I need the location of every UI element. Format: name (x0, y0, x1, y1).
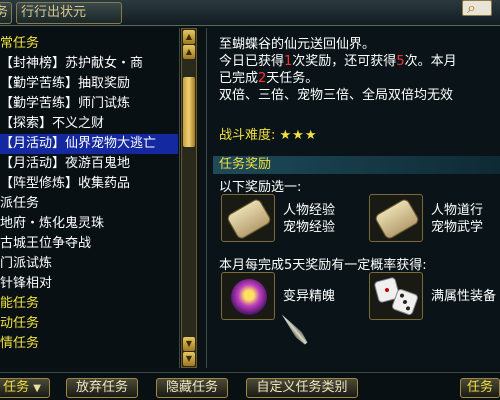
quest-list-item[interactable]: 【勤学苦练】师门试炼 (0, 94, 178, 114)
quest-list-item[interactable]: 能任务 (0, 294, 178, 314)
quest-list-item[interactable]: 门派试炼 (0, 254, 178, 274)
tab-career[interactable]: 行行出状元 (16, 2, 122, 24)
desc-line: 已完成2天任务。 (219, 71, 319, 86)
quest-detail-panel: 至蝴蝶谷的仙元送回仙界。 今日已获得1次奖励，还可获得5次。本月 已完成2天任务… (206, 28, 500, 368)
task-button-right[interactable]: 任务 (460, 378, 500, 398)
quest-list-item[interactable]: 古城王位争夺战 (0, 234, 178, 254)
top-bar: 务 行行出状元 ⌕ (0, 0, 500, 26)
quest-list-item[interactable]: 【探索】不义之财 (0, 114, 178, 134)
scroll-down-icon[interactable]: ▼ (183, 337, 195, 351)
equipment-label: 满属性装备 (431, 289, 497, 304)
hide-task-button[interactable]: 隐藏任务 (156, 378, 228, 398)
reward-exp-label: 人物经验 宠物经验 (283, 203, 336, 235)
chevron-down-icon: ▼ (33, 383, 41, 394)
mutant-soul-label: 变异精魄 (283, 289, 336, 304)
scroll-up-icon[interactable]: ▲ (183, 30, 195, 44)
custom-category-button[interactable]: 自定义任务类别 (246, 378, 358, 398)
soul-orb-icon (231, 279, 267, 315)
combat-difficulty: 战斗难度: ★★★ (219, 128, 318, 143)
quest-list-item[interactable]: 地府・炼化鬼灵珠 (0, 214, 178, 234)
quest-list-item[interactable]: 常任务 (0, 34, 178, 54)
quest-list: 常任务 【封神榜】苏护献女・商 【勤学苦练】抽取奖励 【勤学苦练】师门试炼 【探索】不义… (0, 28, 180, 368)
quest-list-item[interactable]: 情任务 (0, 334, 178, 354)
reward-section-header: 任务奖励 (213, 156, 500, 174)
quest-list-item[interactable]: 【月活动】仙界宠物大逃亡 (0, 134, 178, 154)
task-filter-dropdown[interactable]: 任务 ▼ (0, 378, 50, 398)
monthly-reward-text: 本月每完成5天奖励有一定概率获得: (219, 258, 427, 273)
quest-list-item[interactable]: 派任务 (0, 194, 178, 214)
desc-line: 今日已获得1次奖励，还可获得5次。本月 (219, 54, 457, 69)
desc-line: 双倍、三倍、宠物三倍、全局双倍均无效 (219, 88, 454, 103)
star-icon: ★★★ (279, 128, 318, 143)
quest-list-item[interactable]: 动任务 (0, 314, 178, 334)
reward-item-equipment[interactable] (369, 272, 423, 320)
reward-item-exp[interactable] (221, 194, 275, 242)
quest-list-item[interactable]: 【勤学苦练】抽取奖励 (0, 74, 178, 94)
reward-item-dao[interactable] (369, 194, 423, 242)
quest-description: 至蝴蝶谷的仙元送回仙界。 今日已获得1次奖励，还可获得5次。本月 已完成2天任务… (219, 36, 499, 104)
desc-line: 至蝴蝶谷的仙元送回仙界。 (219, 37, 376, 52)
quest-list-item[interactable]: 【阵型修炼】收集药品 (0, 174, 178, 194)
tab-tasks[interactable]: 务 (0, 2, 12, 24)
scroll-down-icon[interactable]: ▼ (183, 352, 195, 366)
reward-choose-text: 以下奖励选一: (219, 180, 302, 195)
quest-list-item[interactable]: 【封神榜】苏护献女・商 (0, 54, 178, 74)
reward-dao-label: 人物道行 宠物武学 (431, 203, 484, 235)
reward-item-mutant-soul[interactable] (221, 272, 275, 320)
quest-list-item[interactable]: 针锋相对 (0, 274, 178, 294)
scroll-up-icon[interactable]: ▲ (183, 45, 195, 59)
scroll-thumb[interactable] (183, 77, 195, 147)
abandon-task-button[interactable]: 放弃任务 (66, 378, 138, 398)
quest-list-scrollbar[interactable]: ▲ ▲ ▼ ▼ (181, 28, 197, 368)
scroll-icon (225, 197, 273, 241)
scroll-icon (373, 197, 421, 241)
search-icon[interactable]: ⌕ (467, 0, 476, 18)
quest-list-item[interactable]: 【月活动】夜游百鬼地 (0, 154, 178, 174)
bottom-toolbar: 任务 ▼ 放弃任务 隐藏任务 自定义任务类别 任务 (0, 372, 500, 400)
